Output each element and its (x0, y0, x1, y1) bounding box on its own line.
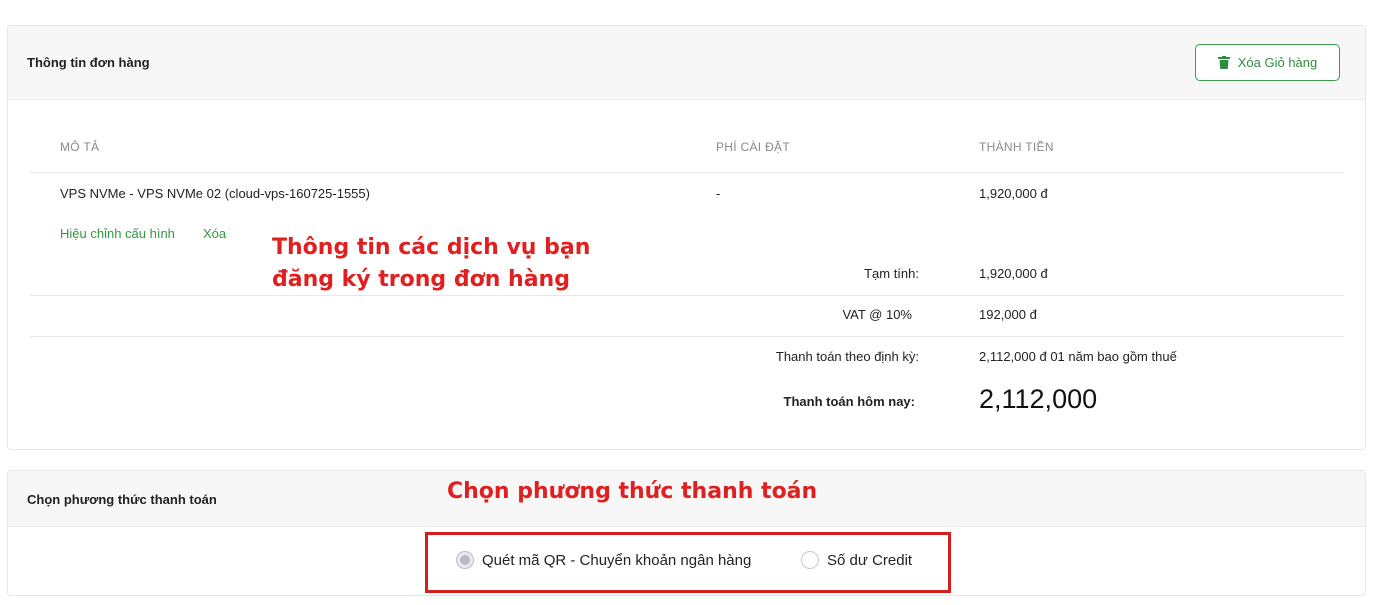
today-payment-label: Thanh toán hôm nay: (783, 394, 915, 409)
payment-option-credit-label: Số dư Credit (827, 551, 913, 569)
order-annotation: Thông tin các dịch vụ bạn đăng ký trong … (272, 232, 590, 296)
edit-config-link[interactable]: Hiệu chỉnh cấu hình (60, 226, 175, 241)
vat-divider (30, 336, 1344, 337)
payment-option-qr-label: Quét mã QR - Chuyển khoản ngân hàng (482, 551, 752, 569)
trash-icon (1217, 56, 1230, 69)
radio-credit[interactable] (801, 551, 819, 569)
order-annotation-line2: đăng ký trong đơn hàng (272, 267, 570, 292)
subtotal-value: 1,920,000 đ (979, 266, 1048, 281)
today-payment-value: 2,112,000 (979, 384, 1098, 414)
payment-option-credit[interactable]: Số dư Credit (801, 551, 912, 569)
item-setup-fee: - (716, 186, 721, 201)
recurring-payment-label: Thanh toán theo định kỳ: (775, 349, 919, 364)
payment-option-qr[interactable]: Quét mã QR - Chuyển khoản ngân hàng (456, 551, 751, 569)
subtotal-label: Tạm tính: (864, 266, 919, 281)
subtotal-divider (30, 295, 1344, 296)
order-info-title: Thông tin đơn hàng (27, 55, 150, 70)
vat-label: VAT @ 10% (842, 307, 912, 322)
delete-item-link[interactable]: Xóa (203, 226, 226, 241)
payment-annotation: Chọn phương thức thanh toán (447, 479, 818, 504)
column-header-setup-fee: PHÍ CÀI ĐẶT (716, 140, 790, 154)
order-info-header: Thông tin đơn hàng Xóa Giỏ hàng (8, 26, 1365, 100)
recurring-payment-value: 2,112,000 đ 01 năm bao gồm thuế (979, 349, 1177, 364)
radio-qr[interactable] (456, 551, 474, 569)
clear-cart-button[interactable]: Xóa Giỏ hàng (1195, 44, 1340, 81)
column-header-description: MÔ TẢ (60, 140, 100, 154)
column-header-amount: THÀNH TIỀN (979, 140, 1054, 154)
item-description: VPS NVMe - VPS NVMe 02 (cloud-vps-160725… (60, 186, 370, 201)
vat-value: 192,000 đ (979, 307, 1037, 322)
item-amount: 1,920,000 đ (979, 186, 1048, 201)
header-divider (30, 172, 1344, 173)
order-annotation-line1: Thông tin các dịch vụ bạn (272, 235, 591, 260)
payment-method-title: Chọn phương thức thanh toán (27, 492, 217, 507)
clear-cart-label: Xóa Giỏ hàng (1237, 55, 1318, 70)
